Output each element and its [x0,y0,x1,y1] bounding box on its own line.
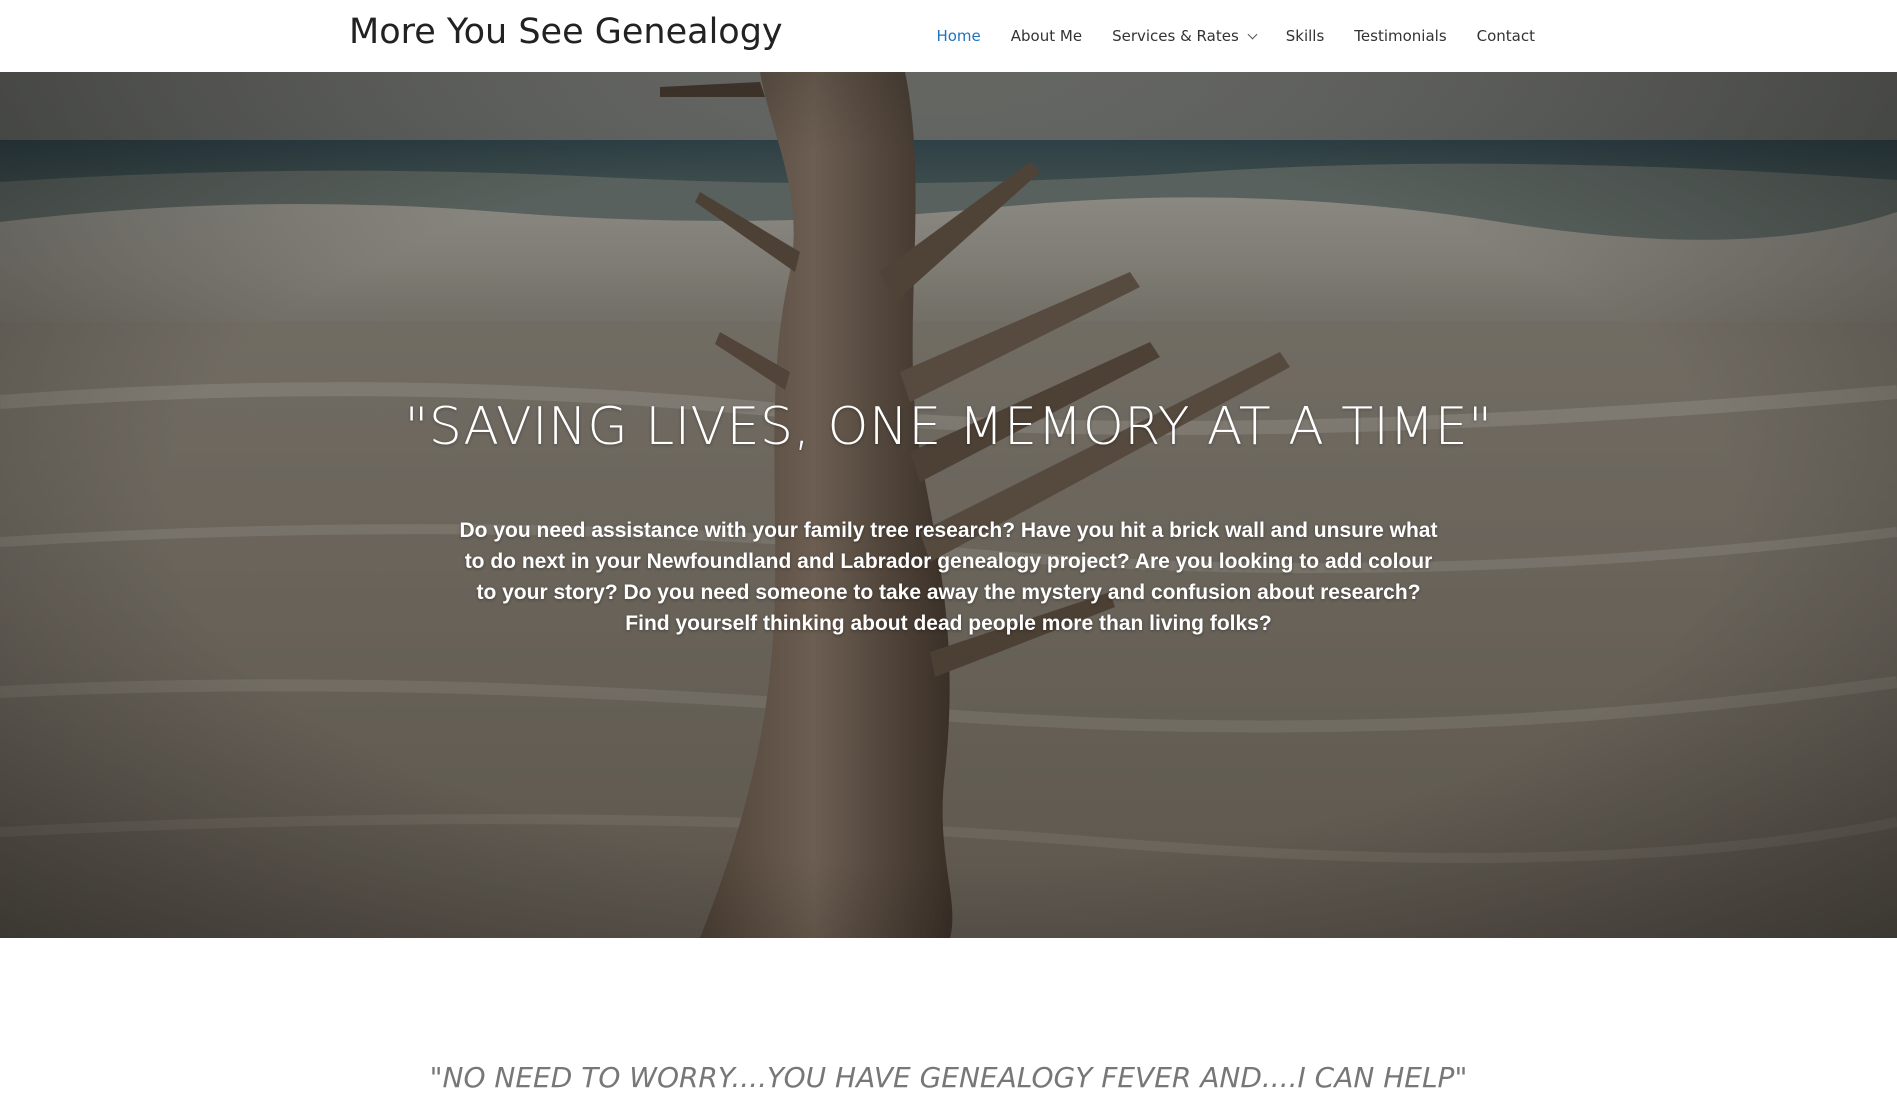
main-navigation: Home About Me Services & Rates Skills Te… [906,0,1535,72]
nav-item-label: Skills [1285,27,1325,45]
nav-item-label: Services & Rates [1112,27,1239,45]
nav-item-skills[interactable]: Skills [1286,27,1325,45]
hero-banner: "SAVING LIVES, ONE MEMORY AT A TIME" Do … [0,72,1897,938]
site-title-link[interactable]: More You See Genealogy [349,12,783,52]
section-quote-heading: "NO NEED TO WORRY....YOU HAVE GENEALOGY … [429,1061,1468,1094]
nav-item-label: Contact [1476,27,1535,45]
nav-item-label: Home [936,27,981,45]
nav-item-home[interactable]: Home [936,27,980,45]
nav-item-about-me[interactable]: About Me [1011,27,1082,45]
nav-item-label: About Me [1010,27,1083,45]
chevron-down-icon [1247,29,1258,39]
hero-overlay [0,72,1897,938]
quote-section: "NO NEED TO WORRY....YOU HAVE GENEALOGY … [0,938,1897,1094]
nav-item-label: Testimonials [1354,27,1447,45]
nav-item-services-rates[interactable]: Services & Rates [1112,27,1258,45]
hero-description: Do you need assistance with your family … [459,519,1438,635]
nav-item-testimonials[interactable]: Testimonials [1354,27,1446,45]
hero-heading: "SAVING LIVES, ONE MEMORY AT A TIME" [404,396,1493,457]
site-header: More You See Genealogy Home About Me Ser… [0,0,1897,72]
nav-item-contact[interactable]: Contact [1477,27,1535,45]
